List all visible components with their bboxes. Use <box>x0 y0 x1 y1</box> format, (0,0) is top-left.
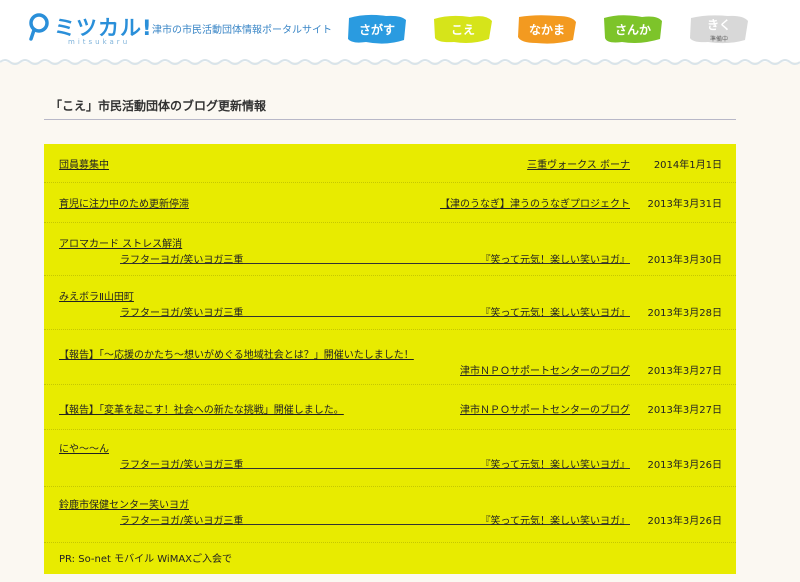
blog-author-link: 『笑って元気！楽しい笑いヨガ』 <box>480 516 631 527</box>
nav-kiku-button: きく 準備中 <box>688 12 750 46</box>
title-divider <box>44 119 736 120</box>
post-date: 2013年3月31日 <box>647 199 722 210</box>
blog-author-link[interactable]: 【津のうなぎ】津うのうなぎプロジェクト <box>440 195 630 210</box>
nav-sanka-button[interactable]: さんか <box>602 12 664 46</box>
list-item: 【報告】「～応援のかたち～想いがめぐる地域社会とは？」開催いたしました！ 津市Ｎ… <box>44 329 736 385</box>
post-title-link[interactable]: アロマカード ストレス解消 <box>59 235 182 250</box>
blog-author-link[interactable]: 津市ＮＰＯサポートセンターのブログ <box>460 401 630 416</box>
list-item: 【報告】「変革を起こす！社会への新たな挑戦」開催しました。 津市ＮＰＯサポートセ… <box>44 384 736 430</box>
post-title-link[interactable]: 育児に注力中のため更新停滞 <box>59 195 189 210</box>
group-name: ラフターヨガ/笑いヨガ三重 <box>120 308 244 319</box>
post-date: 2013年3月27日 <box>647 405 722 416</box>
post-title-link[interactable]: 【報告】「変革を起こす！社会への新たな挑戦」開催しました。 <box>59 401 344 416</box>
nav-nakama-label: なかま <box>528 22 565 37</box>
blog-update-list: 団員募集中 三重ヴォークス ボーナ 2014年1月1日 育児に注力中のため更新停… <box>44 144 736 574</box>
nav-sanka-label: さんか <box>614 22 651 37</box>
nav-koe-label: こえ <box>450 22 475 37</box>
blog-author-link[interactable]: 津市ＮＰＯサポートセンターのブログ <box>460 362 630 377</box>
list-item: 育児に注力中のため更新停滞 【津のうなぎ】津うのうなぎプロジェクト 2013年3… <box>44 182 736 223</box>
nav-kiku-status: 準備中 <box>709 35 728 43</box>
post-date: 2013年3月30日 <box>647 255 722 266</box>
site-tagline: 津市の市民活動団体情報ポータルサイト <box>152 25 332 36</box>
post-title-link[interactable]: 鈴鹿市保健センター笑いヨガ <box>59 496 189 511</box>
group-name: ラフターヨガ/笑いヨガ三重 <box>120 516 244 527</box>
post-title-link[interactable]: にや～～ん <box>59 440 109 455</box>
post-source-line[interactable]: ラフターヨガ/笑いヨガ三重 『笑って元気！楽しい笑いヨガ』 <box>120 512 631 527</box>
list-item: みえボラⅡ山田町 ラフターヨガ/笑いヨガ三重 『笑って元気！楽しい笑いヨガ』 2… <box>44 275 736 330</box>
list-item: PR: So-net モバイル WiMAXご入会で <box>44 542 736 582</box>
post-source-line[interactable]: ラフターヨガ/笑いヨガ三重 『笑って元気！楽しい笑いヨガ』 <box>120 251 631 266</box>
post-date: 2014年1月1日 <box>653 160 722 171</box>
post-date: 2013年3月26日 <box>647 516 722 527</box>
blog-author-link: 『笑って元気！楽しい笑いヨガ』 <box>480 255 631 266</box>
nav-nakama-button[interactable]: なかま <box>516 12 578 46</box>
post-source-line[interactable]: ラフターヨガ/笑いヨガ三重 『笑って元気！楽しい笑いヨガ』 <box>120 304 631 319</box>
post-date: 2013年3月28日 <box>647 308 722 319</box>
page-title: 「こえ」市民活動団体のブログ更新情報 <box>50 99 267 113</box>
blog-author-link[interactable]: 三重ヴォークス ボーナ <box>527 156 630 171</box>
list-item: アロマカード ストレス解消 ラフターヨガ/笑いヨガ三重 『笑って元気！楽しい笑い… <box>44 222 736 276</box>
list-item: 団員募集中 三重ヴォークス ボーナ 2014年1月1日 <box>44 144 736 183</box>
post-date: 2013年3月27日 <box>647 366 722 377</box>
post-title-link[interactable]: 団員募集中 <box>59 156 109 171</box>
nav-kiku-label: きく <box>706 17 731 32</box>
post-date: 2013年3月26日 <box>647 460 722 471</box>
list-item: にや～～ん ラフターヨガ/笑いヨガ三重 『笑って元気！楽しい笑いヨガ』 2013… <box>44 429 736 487</box>
group-name: ラフターヨガ/笑いヨガ三重 <box>120 255 244 266</box>
group-name: ラフターヨガ/笑いヨガ三重 <box>120 460 244 471</box>
site-header: ミツカル! mitsukaru 津市の市民活動団体情報ポータルサイト さがす こ… <box>0 0 800 62</box>
magnifier-logo-icon <box>29 13 49 41</box>
blog-author-link: 『笑って元気！楽しい笑いヨガ』 <box>480 308 631 319</box>
list-item: 鈴鹿市保健センター笑いヨガ ラフターヨガ/笑いヨガ三重 『笑って元気！楽しい笑い… <box>44 486 736 543</box>
nav-sagasu-label: さがす <box>358 22 395 37</box>
nav-koe-button[interactable]: こえ <box>432 12 494 46</box>
header-wave-divider <box>0 59 800 65</box>
post-source-line[interactable]: ラフターヨガ/笑いヨガ三重 『笑って元気！楽しい笑いヨガ』 <box>120 456 631 471</box>
post-title-link[interactable]: みえボラⅡ山田町 <box>59 288 134 303</box>
blog-author-link: 『笑って元気！楽しい笑いヨガ』 <box>480 460 631 471</box>
post-title-link[interactable]: 【報告】「～応援のかたち～想いがめぐる地域社会とは？」開催いたしました！ <box>59 346 414 361</box>
pr-ad-link[interactable]: PR: So-net モバイル WiMAXご入会で <box>59 550 232 565</box>
nav-sagasu-button[interactable]: さがす <box>346 12 408 46</box>
site-logo[interactable]: ミツカル! mitsukaru <box>28 8 152 48</box>
logo-subtext: mitsukaru <box>68 38 131 46</box>
